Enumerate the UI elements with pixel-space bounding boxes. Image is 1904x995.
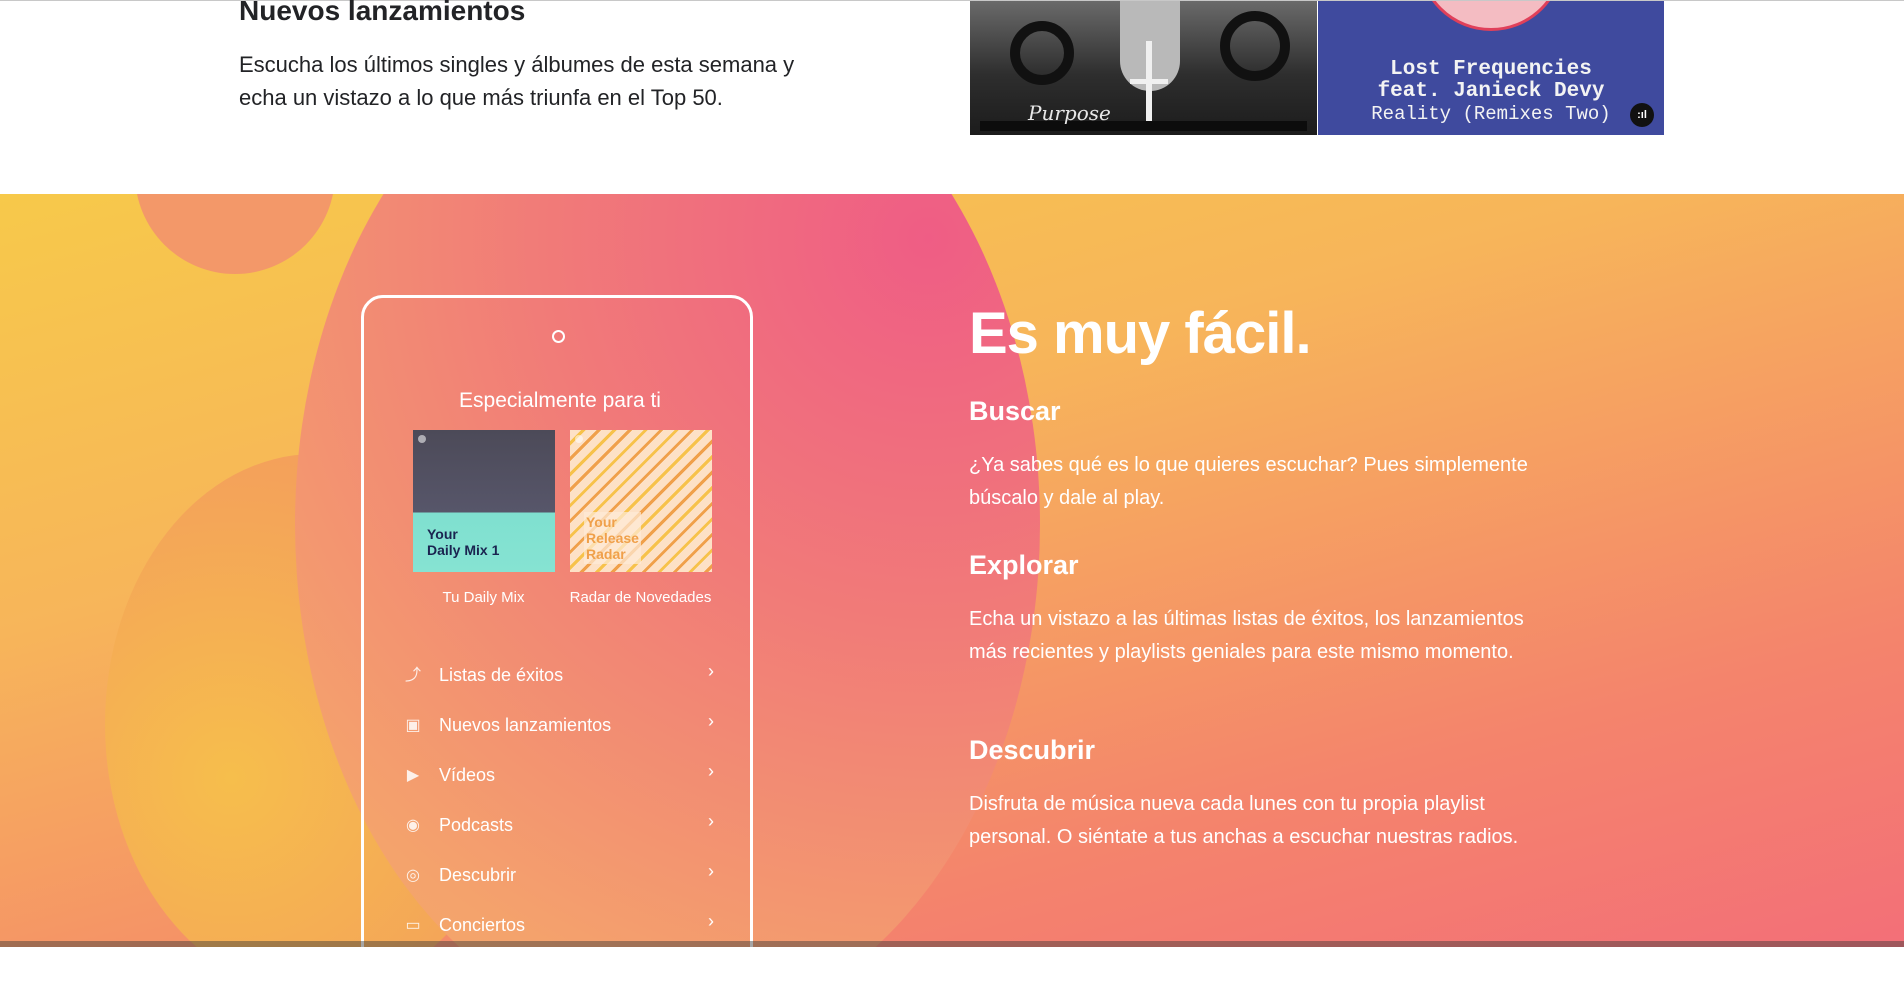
releases-title: Nuevos lanzamientos <box>239 0 526 26</box>
chevron-right-icon: › <box>708 911 714 931</box>
album-cover-purpose[interactable]: Purpose <box>970 1 1317 135</box>
release-radar-caption: Radar de Novedades <box>569 589 712 606</box>
calendar-icon: ▣ <box>405 717 421 734</box>
trending-icon: ⤴ <box>404 667 421 684</box>
menu-item-label: Vídeos <box>439 765 496 785</box>
menu-item-discover[interactable]: ◎ Descubrir › <box>404 861 714 893</box>
releases-description: Escucha los últimos singles y álbumes de… <box>239 52 795 110</box>
menu-item-label: Conciertos <box>439 915 526 935</box>
chevron-right-icon: › <box>708 761 714 781</box>
menu-item-new-releases[interactable]: ▣ Nuevos lanzamientos › <box>404 711 714 743</box>
chevron-right-icon: › <box>708 861 714 881</box>
cover-cross <box>1130 79 1168 84</box>
label-logo-icon: :ıl <box>1630 103 1654 127</box>
feature-text-search: ¿Ya sabes qué es lo que quieres escuchar… <box>969 454 1528 509</box>
daily-mix-card[interactable]: Your Daily Mix 1 <box>413 430 555 572</box>
feature-heading-search: Buscar <box>969 396 1061 426</box>
cover-artist: Lost Frequencies <box>1390 58 1592 81</box>
cover-script-text: Purpose <box>1028 101 1111 125</box>
feature-heading-discover: Descubrir <box>969 735 1096 765</box>
menu-item-label: Listas de éxitos <box>439 665 564 685</box>
chevron-right-icon: › <box>708 811 714 831</box>
easy-title: Es muy fácil. <box>969 301 1312 366</box>
video-icon: ▶ <box>406 767 420 784</box>
easy-section <box>0 194 1904 947</box>
ticket-icon: ▭ <box>405 917 421 934</box>
chevron-right-icon: › <box>708 661 714 681</box>
feature-text-explore: Echa un vistazo a las últimas listas de … <box>969 608 1524 663</box>
cover-ring-decoration <box>1010 21 1074 85</box>
album-cover-reality[interactable]: Lost Frequencies feat. Janieck Devy Real… <box>1318 1 1664 135</box>
discover-icon: ◎ <box>406 867 420 884</box>
cover-cross <box>1146 41 1152 131</box>
feature-text-discover: Disfruta de música nueva cada lunes con … <box>969 793 1519 848</box>
heart-art <box>1418 1 1564 31</box>
cover-ring-decoration <box>1220 11 1290 81</box>
cover-album-title: Reality (Remixes Two) <box>1371 103 1611 125</box>
spotify-logo-icon <box>575 435 583 443</box>
phone-mockup: Especialmente para ti Your Daily Mix 1 Yo… <box>361 295 753 995</box>
card-art-text: Your Release Radar <box>584 512 641 564</box>
menu-item-charts[interactable]: ⤴ Listas de éxitos › <box>404 661 714 693</box>
menu-item-label: Descubrir <box>439 865 517 885</box>
menu-item-videos[interactable]: ▶ Vídeos › <box>404 761 714 793</box>
menu-item-podcasts[interactable]: ◉ Podcasts › <box>404 811 714 843</box>
menu-item-concerts[interactable]: ▭ Conciertos › <box>404 911 714 943</box>
release-radar-card[interactable]: Your Release Radar <box>570 430 712 572</box>
decorative-blob <box>135 194 335 274</box>
phone-section-heading: Especialmente para ti <box>459 389 661 412</box>
phone-camera-icon <box>552 330 565 343</box>
cover-featuring: feat. Janieck Devy <box>1377 80 1605 103</box>
feature-heading-explore: Explorar <box>969 550 1079 580</box>
chevron-right-icon: › <box>708 711 714 731</box>
card-art-text: Your Daily Mix 1 <box>427 526 500 558</box>
releases-section: Nuevos lanzamientos Escucha los últimos … <box>0 0 1904 194</box>
daily-mix-caption: Tu Daily Mix <box>442 589 525 606</box>
podcast-icon: ◉ <box>406 817 420 834</box>
spotify-logo-icon <box>418 435 426 443</box>
menu-item-label: Podcasts <box>439 815 514 835</box>
page-bottom-edge <box>0 941 1904 947</box>
menu-item-label: Nuevos lanzamientos <box>439 715 612 735</box>
